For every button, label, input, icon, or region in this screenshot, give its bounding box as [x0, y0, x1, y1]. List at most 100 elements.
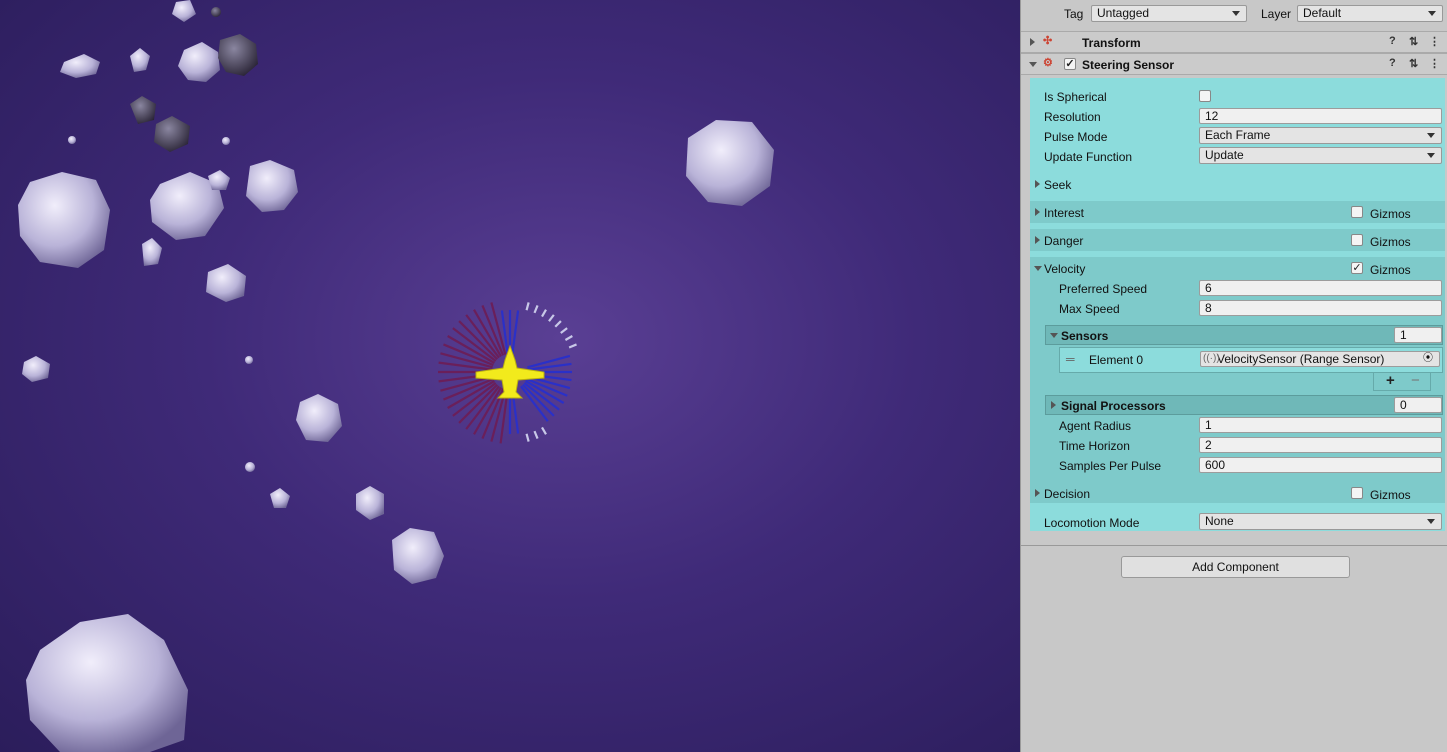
sensor-ray [560, 327, 568, 334]
component-enabled-checkbox[interactable]: ✓ [1064, 58, 1076, 70]
scene-view[interactable] [0, 0, 1020, 752]
asteroid [356, 486, 384, 520]
sensors-count-field[interactable]: 1 [1394, 327, 1442, 343]
pulse-mode-value: Each Frame [1205, 128, 1271, 142]
sensor-ray [548, 314, 555, 322]
update-function-label: Update Function [1044, 150, 1133, 164]
danger-gizmos-checkbox[interactable] [1351, 234, 1363, 246]
asteroid [206, 264, 246, 302]
signal-processors-count-field[interactable]: 0 [1394, 397, 1442, 413]
help-icon[interactable]: ? [1389, 57, 1396, 69]
agent-radius-field[interactable]: 1 [1199, 417, 1442, 433]
steering-sensor-body: Is Spherical Resolution 12 Pulse Mode Ea… [1030, 78, 1445, 531]
help-icon[interactable]: ? [1389, 35, 1396, 47]
sensors-list-header[interactable]: Sensors 1 [1045, 325, 1443, 345]
asteroid [296, 394, 342, 442]
foldout-arrow-icon[interactable] [1050, 333, 1058, 338]
asteroid [178, 42, 220, 82]
update-function-dropdown[interactable]: Update [1199, 147, 1442, 164]
kebab-menu-icon[interactable]: ⋮ [1429, 35, 1440, 48]
sensor-ray [533, 305, 539, 314]
velocity-gizmos-label: Gizmos [1370, 263, 1411, 277]
remove-element-button[interactable]: − [1411, 372, 1420, 389]
foldout-arrow-icon[interactable] [1034, 266, 1042, 271]
steering-sensor-header[interactable]: ⚙ ✓ Steering Sensor ? ⇅ ⋮ [1021, 53, 1447, 75]
chevron-down-icon [1427, 153, 1435, 158]
sensor-ray [564, 335, 573, 341]
sensor-ray [554, 320, 562, 328]
transform-header[interactable]: ✣ Transform ? ⇅ ⋮ [1021, 31, 1447, 53]
preferred-speed-field[interactable]: 6 [1199, 280, 1442, 296]
element0-object-field[interactable]: ((·)) VelocitySensor (Range Sensor) ⦿ [1200, 351, 1440, 367]
asteroid [270, 488, 290, 508]
kebab-menu-icon[interactable]: ⋮ [1429, 57, 1440, 70]
tag-dropdown[interactable]: Untagged [1091, 5, 1247, 22]
sensor-ray [541, 309, 547, 318]
foldout-arrow-icon[interactable] [1035, 489, 1040, 497]
tag-value: Untagged [1097, 6, 1150, 20]
add-element-button[interactable]: + [1386, 372, 1395, 389]
sensor-ray [511, 310, 520, 355]
decision-gizmos-checkbox[interactable] [1351, 487, 1363, 499]
samples-per-pulse-label: Samples Per Pulse [1059, 459, 1162, 473]
danger-section-label: Danger [1044, 234, 1084, 248]
asteroid [245, 356, 253, 364]
max-speed-field[interactable]: 8 [1199, 300, 1442, 316]
pulse-mode-dropdown[interactable]: Each Frame [1199, 127, 1442, 144]
object-picker-icon[interactable]: ⦿ [1423, 352, 1433, 366]
preset-icon[interactable]: ⇅ [1409, 35, 1418, 48]
foldout-arrow-icon[interactable] [1035, 180, 1040, 188]
interest-gizmos-checkbox[interactable] [1351, 206, 1363, 218]
resolution-label: Resolution [1044, 110, 1101, 124]
sensors-label: Sensors [1061, 329, 1109, 343]
asteroid [130, 96, 156, 124]
scene-canvas [18, 0, 774, 752]
seek-section-label[interactable]: Seek [1044, 178, 1071, 192]
interest-section[interactable]: Interest Gizmos [1030, 201, 1445, 223]
update-function-value: Update [1205, 148, 1244, 162]
range-sensor-icon: ((·)) [1203, 353, 1220, 364]
asteroid [222, 137, 230, 145]
foldout-arrow-icon[interactable] [1035, 208, 1040, 216]
asteroid [246, 160, 298, 212]
interest-gizmos-label: Gizmos [1370, 207, 1411, 221]
asteroid [686, 120, 774, 206]
chevron-down-icon [1428, 11, 1436, 16]
drag-handle-icon[interactable]: ═ [1066, 352, 1075, 366]
decision-gizmos-label: Gizmos [1370, 488, 1411, 502]
layer-dropdown[interactable]: Default [1297, 5, 1443, 22]
list-buttons: + − [1373, 372, 1431, 391]
signal-processors-header[interactable]: Signal Processors 0 [1045, 395, 1443, 415]
samples-per-pulse-field[interactable]: 600 [1199, 457, 1442, 473]
asteroid [245, 462, 255, 472]
preset-icon[interactable]: ⇅ [1409, 57, 1418, 70]
inspector-panel: Tag Untagged Layer Default ✣ Transform ?… [1020, 0, 1447, 752]
interest-section-label: Interest [1044, 206, 1085, 220]
decision-section-label: Decision [1044, 487, 1091, 501]
asteroid [208, 170, 230, 190]
danger-section[interactable]: Danger Gizmos [1030, 229, 1445, 251]
decision-section[interactable]: Decision Gizmos [1030, 484, 1445, 503]
sensor-ray [533, 430, 539, 439]
asteroid [68, 136, 76, 144]
velocity-gizmos-checkbox[interactable]: ✓ [1351, 262, 1363, 274]
asteroid [22, 356, 50, 382]
foldout-arrow-icon[interactable] [1030, 38, 1035, 46]
is-spherical-checkbox[interactable] [1199, 90, 1211, 102]
resolution-field[interactable]: 12 [1199, 108, 1442, 124]
foldout-arrow-icon[interactable] [1029, 62, 1037, 67]
sensor-ray [541, 426, 547, 435]
foldout-arrow-icon[interactable] [1051, 401, 1056, 409]
time-horizon-field[interactable]: 2 [1199, 437, 1442, 453]
element0-value: VelocitySensor (Range Sensor) [1217, 352, 1385, 366]
sensor-ray [525, 433, 530, 442]
foldout-arrow-icon[interactable] [1035, 236, 1040, 244]
asteroid [60, 54, 100, 78]
add-component-button[interactable]: Add Component [1121, 556, 1350, 578]
asteroid [172, 0, 196, 22]
sensor-element-row[interactable]: ═ Element 0 ((·)) VelocitySensor (Range … [1059, 347, 1443, 373]
locomotion-mode-dropdown[interactable]: None [1199, 513, 1442, 530]
velocity-section-label[interactable]: Velocity [1044, 262, 1085, 276]
layer-label: Layer [1261, 7, 1292, 21]
element0-label: Element 0 [1089, 353, 1144, 367]
